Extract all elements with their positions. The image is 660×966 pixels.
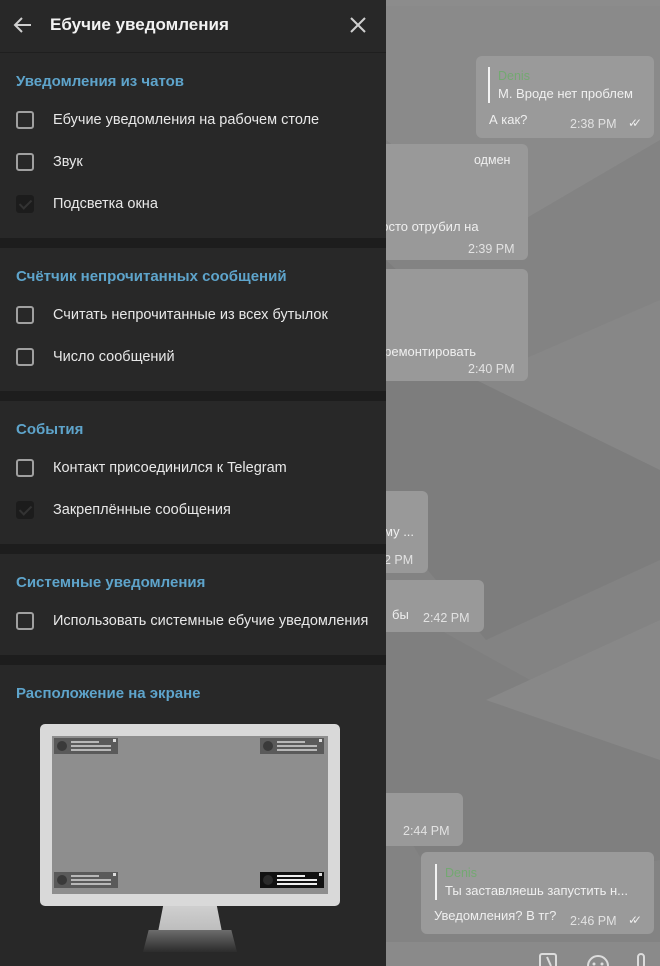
close-icon[interactable]	[348, 15, 368, 35]
chat-top-bar	[386, 0, 660, 6]
panel-title: Ебучие уведомления	[50, 15, 229, 34]
corner-bottom-right-selected[interactable]	[260, 872, 324, 888]
corner-top-right[interactable]	[260, 738, 324, 754]
message-time: 2:38 PM	[570, 117, 617, 131]
message-text: бы	[392, 607, 409, 622]
section-title-chat-notifications: Уведомления из чатов	[16, 73, 185, 90]
message-time: 2 PM	[384, 553, 414, 567]
message-text: росто отрубил на	[374, 219, 479, 234]
read-checkmarks-icon: ✓✓	[628, 913, 642, 927]
option-count-all-unread[interactable]: Считать непрочитанные из всех бутылок	[0, 297, 386, 335]
chat-input-bar[interactable]	[386, 942, 660, 966]
reply-quote[interactable]: Denis М. Вроде нет проблем	[488, 67, 633, 103]
corner-top-left[interactable]	[54, 738, 118, 754]
microphone-icon[interactable]	[637, 953, 645, 966]
section-divider	[0, 238, 386, 248]
section-title-events: События	[16, 421, 84, 438]
message-text: А как?	[489, 112, 528, 127]
message-bubble[interactable]: Denis М. Вроде нет проблем А как? 2:38 P…	[476, 56, 654, 138]
message-text: Уведомления? В тг?	[434, 908, 557, 923]
section-divider	[0, 655, 386, 665]
checkbox-checked[interactable]	[16, 195, 34, 213]
reply-author: Denis	[498, 69, 530, 83]
checkbox[interactable]	[16, 348, 34, 366]
option-label: Число сообщений	[53, 349, 175, 365]
option-label: Контакт присоединился к Telegram	[53, 460, 287, 476]
checkbox[interactable]	[16, 306, 34, 324]
command-icon[interactable]	[539, 953, 557, 966]
message-time: 2:40 PM	[468, 362, 515, 376]
emoji-icon[interactable]	[587, 955, 609, 966]
option-pinned-messages[interactable]: Закреплённые сообщения	[0, 492, 386, 530]
message-time: 2:44 PM	[403, 824, 450, 838]
checkbox[interactable]	[16, 612, 34, 630]
option-message-count[interactable]: Число сообщений	[0, 339, 386, 377]
monitor-screen	[52, 736, 328, 894]
option-label: Использовать системные ебучие уведомлени…	[53, 613, 369, 629]
corner-bottom-left[interactable]	[54, 872, 118, 888]
option-label: Звук	[53, 154, 83, 170]
section-divider	[0, 391, 386, 401]
reply-text: М. Вроде нет проблем	[498, 86, 633, 101]
option-contact-joined[interactable]: Контакт присоединился к Telegram	[0, 450, 386, 488]
monitor-stand-base	[143, 930, 237, 952]
checkbox-checked[interactable]	[16, 501, 34, 519]
notifications-settings-panel: Ебучие уведомления Уведомления из чатов …	[0, 0, 386, 966]
option-label: Закреплённые сообщения	[53, 502, 231, 518]
option-label: Считать непрочитанные из всех бутылок	[53, 307, 328, 323]
option-flash-window[interactable]: Подсветка окна	[0, 186, 386, 224]
section-title-system-notifications: Системные уведомления	[16, 574, 206, 591]
checkbox[interactable]	[16, 153, 34, 171]
message-time: 2:46 PM	[570, 914, 617, 928]
option-desktop-notifications[interactable]: Ебучие уведомления на рабочем столе	[0, 102, 386, 140]
section-divider	[0, 544, 386, 554]
read-checkmarks-icon: ✓✓	[628, 116, 642, 130]
message-time: 2:42 PM	[423, 611, 470, 625]
message-time: 2:39 PM	[468, 242, 515, 256]
monitor-position-picker	[40, 724, 340, 906]
checkbox[interactable]	[16, 111, 34, 129]
option-label: Подсветка окна	[53, 196, 158, 212]
section-title-unread-counter: Счётчик непрочитанных сообщений	[16, 268, 287, 285]
option-sound[interactable]: Звук	[0, 144, 386, 182]
panel-header: Ебучие уведомления	[0, 0, 386, 53]
reply-quote[interactable]: Denis Ты заставляешь запустить н...	[435, 864, 628, 900]
message-text: у ремонтировать	[374, 344, 477, 359]
option-label: Ебучие уведомления на рабочем столе	[53, 112, 320, 128]
checkbox[interactable]	[16, 459, 34, 477]
monitor-stand-neck	[158, 906, 222, 932]
message-text: му ...	[384, 524, 415, 539]
reply-text: Ты заставляешь запустить н...	[445, 883, 628, 898]
message-bubble[interactable]: Denis Ты заставляешь запустить н... Увед…	[421, 852, 654, 934]
arrow-left-icon[interactable]	[12, 14, 34, 36]
message-text-top: одмен	[474, 153, 511, 167]
option-use-system-notifications[interactable]: Использовать системные ебучие уведомлени…	[0, 603, 386, 641]
section-title-screen-position: Расположение на экране	[16, 685, 201, 702]
reply-author: Denis	[445, 866, 477, 880]
